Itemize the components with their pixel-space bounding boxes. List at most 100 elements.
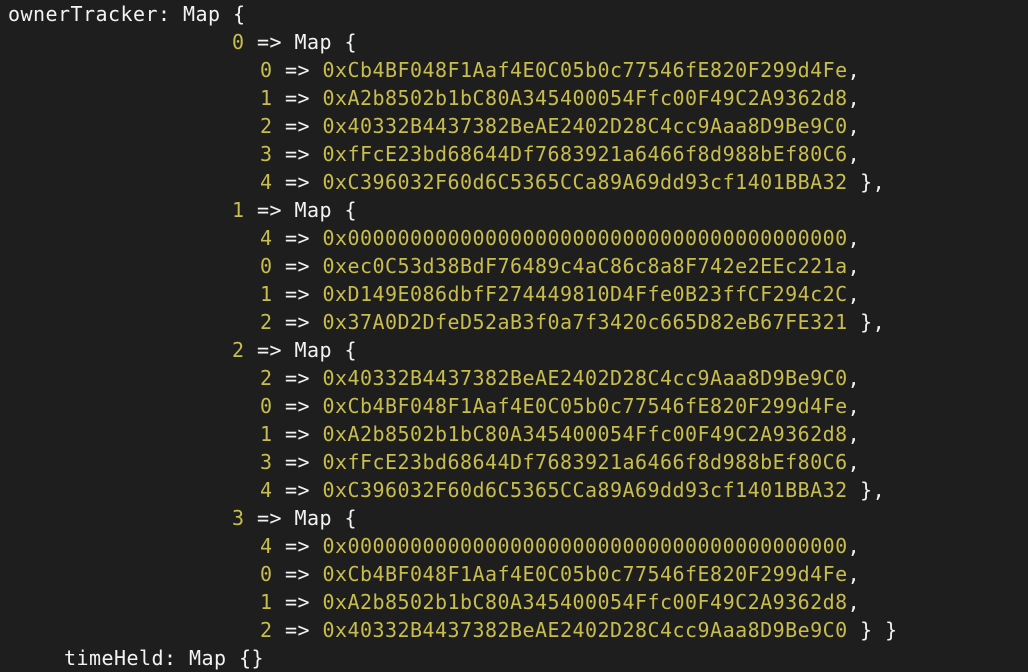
- map-entry: 1 => 0xA2b8502b1bC80A345400054Ffc00F49C2…: [260, 84, 860, 112]
- root-name: ownerTracker: [8, 2, 159, 26]
- arrow: =>: [244, 338, 295, 362]
- address-value: 0x40332B4437382BeAE2402D28C4cc9Aaa8D9Be9…: [322, 114, 848, 138]
- map-group-header: 0 => Map {: [232, 28, 357, 56]
- map-entry: 1 => 0xA2b8502b1bC80A345400054Ffc00F49C2…: [260, 420, 860, 448]
- owner-tracker-line: ownerTracker: Map {: [8, 0, 246, 28]
- address-value: 0x00000000000000000000000000000000000000…: [322, 534, 848, 558]
- entry-key: 1: [260, 282, 273, 306]
- map-entry: 2 => 0x40332B4437382BeAE2402D28C4cc9Aaa8…: [260, 364, 860, 392]
- map-open: Map {: [294, 30, 358, 54]
- arrow: =>: [272, 170, 323, 194]
- address-value: 0xC396032F60d6C5365CCa89A69dd93cf1401BBA…: [322, 478, 848, 502]
- address-value: 0xCb4BF048F1Aaf4E0C05b0c77546fE820F299d4…: [322, 394, 848, 418]
- entry-tail: },: [847, 310, 886, 334]
- arrow: =>: [272, 282, 323, 306]
- entry-key: 4: [260, 170, 273, 194]
- map-group-header: 1 => Map {: [232, 196, 357, 224]
- map-group-header: 3 => Map {: [232, 504, 357, 532]
- entry-key: 0: [260, 58, 273, 82]
- map-group-header: 2 => Map {: [232, 336, 357, 364]
- map-entry: 0 => 0xCb4BF048F1Aaf4E0C05b0c77546fE820F…: [260, 560, 860, 588]
- entry-key: 1: [260, 590, 273, 614]
- entry-key: 4: [260, 478, 273, 502]
- map-entry: 2 => 0x40332B4437382BeAE2402D28C4cc9Aaa8…: [260, 112, 860, 140]
- arrow: =>: [272, 366, 323, 390]
- group-key: 2: [232, 338, 245, 362]
- entry-key: 4: [260, 534, 273, 558]
- entry-key: 0: [260, 394, 273, 418]
- time-held-text: timeHeld: Map {}: [64, 646, 265, 670]
- arrow: =>: [272, 478, 323, 502]
- entry-key: 0: [260, 254, 273, 278]
- entry-key: 3: [260, 450, 273, 474]
- root-open: : Map {: [158, 2, 246, 26]
- terminal-output: ownerTracker: Map { 0 => Map {0 => 0xCb4…: [0, 0, 1028, 670]
- address-value: 0xfFcE23bd68644Df7683921a6466f8d988bEf80…: [322, 450, 848, 474]
- map-entry: 4 => 0xC396032F60d6C5365CCa89A69dd93cf14…: [260, 476, 885, 504]
- map-entry: 3 => 0xfFcE23bd68644Df7683921a6466f8d988…: [260, 140, 860, 168]
- address-value: 0x40332B4437382BeAE2402D28C4cc9Aaa8D9Be9…: [322, 366, 848, 390]
- entry-tail: ,: [847, 254, 861, 278]
- map-open: Map {: [294, 506, 358, 530]
- address-value: 0x37A0D2DfeD52aB3f0a7f3420c665D82eB67FE3…: [322, 310, 848, 334]
- map-entry: 3 => 0xfFcE23bd68644Df7683921a6466f8d988…: [260, 448, 860, 476]
- address-value: 0xCb4BF048F1Aaf4E0C05b0c77546fE820F299d4…: [322, 58, 848, 82]
- entry-key: 2: [260, 366, 273, 390]
- address-value: 0xA2b8502b1bC80A345400054Ffc00F49C2A9362…: [322, 86, 848, 110]
- arrow: =>: [272, 450, 323, 474]
- arrow: =>: [272, 226, 323, 250]
- arrow: =>: [272, 114, 323, 138]
- address-value: 0xec0C53d38BdF76489c4aC86c8a8F742e2EEc22…: [322, 254, 848, 278]
- entry-tail: },: [847, 478, 886, 502]
- entry-tail: ,: [847, 366, 861, 390]
- map-entry: 0 => 0xCb4BF048F1Aaf4E0C05b0c77546fE820F…: [260, 392, 860, 420]
- entry-key: 2: [260, 310, 273, 334]
- time-held-line: timeHeld: Map {}: [64, 644, 264, 672]
- map-open: Map {: [294, 338, 358, 362]
- entry-key: 1: [260, 86, 273, 110]
- arrow: =>: [272, 86, 323, 110]
- group-key: 1: [232, 198, 245, 222]
- entry-tail: ,: [847, 86, 861, 110]
- map-entry: 1 => 0xD149E086dbfF274449810D4Ffe0B23ffC…: [260, 280, 860, 308]
- entry-key: 2: [260, 618, 273, 642]
- entry-tail: },: [847, 170, 886, 194]
- entry-tail: ,: [847, 450, 861, 474]
- entry-key: 1: [260, 422, 273, 446]
- entry-key: 2: [260, 114, 273, 138]
- map-entry: 0 => 0xec0C53d38BdF76489c4aC86c8a8F742e2…: [260, 252, 860, 280]
- map-entry: 1 => 0xA2b8502b1bC80A345400054Ffc00F49C2…: [260, 588, 860, 616]
- arrow: =>: [272, 562, 323, 586]
- arrow: =>: [244, 30, 295, 54]
- address-value: 0xD149E086dbfF274449810D4Ffe0B23ffCF294c…: [322, 282, 848, 306]
- address-value: 0xCb4BF048F1Aaf4E0C05b0c77546fE820F299d4…: [322, 562, 848, 586]
- arrow: =>: [272, 142, 323, 166]
- map-open: Map {: [294, 198, 358, 222]
- entry-key: 4: [260, 226, 273, 250]
- entry-tail: ,: [847, 58, 861, 82]
- arrow: =>: [272, 254, 323, 278]
- arrow: =>: [272, 534, 323, 558]
- entry-tail: ,: [847, 590, 861, 614]
- map-entry: 4 => 0x000000000000000000000000000000000…: [260, 224, 860, 252]
- address-value: 0xfFcE23bd68644Df7683921a6466f8d988bEf80…: [322, 142, 848, 166]
- entry-tail: ,: [847, 534, 861, 558]
- arrow: =>: [272, 394, 323, 418]
- address-value: 0x00000000000000000000000000000000000000…: [322, 226, 848, 250]
- entry-key: 0: [260, 562, 273, 586]
- arrow: =>: [272, 618, 323, 642]
- address-value: 0xC396032F60d6C5365CCa89A69dd93cf1401BBA…: [322, 170, 848, 194]
- map-entry: 2 => 0x37A0D2DfeD52aB3f0a7f3420c665D82eB…: [260, 308, 885, 336]
- map-entry: 2 => 0x40332B4437382BeAE2402D28C4cc9Aaa8…: [260, 616, 898, 644]
- map-entry: 4 => 0xC396032F60d6C5365CCa89A69dd93cf14…: [260, 168, 885, 196]
- arrow: =>: [272, 590, 323, 614]
- group-key: 3: [232, 506, 245, 530]
- entry-tail: ,: [847, 282, 861, 306]
- group-key: 0: [232, 30, 245, 54]
- arrow: =>: [272, 58, 323, 82]
- arrow: =>: [244, 506, 295, 530]
- address-value: 0xA2b8502b1bC80A345400054Ffc00F49C2A9362…: [322, 422, 848, 446]
- entry-key: 3: [260, 142, 273, 166]
- entry-tail: ,: [847, 226, 861, 250]
- map-entry: 0 => 0xCb4BF048F1Aaf4E0C05b0c77546fE820F…: [260, 56, 860, 84]
